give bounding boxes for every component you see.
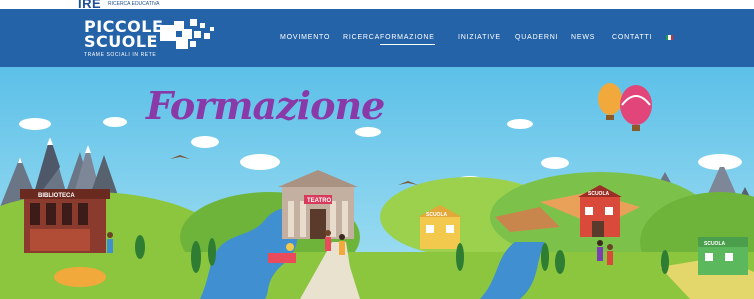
nav-item-contatti[interactable]: CONTATTI xyxy=(612,34,652,41)
top-strip: IRE RICERCA EDUCATIVA xyxy=(0,0,754,11)
teatro-sign: TEATRO xyxy=(307,198,332,204)
nav-item-ricerca[interactable]: RICERCA xyxy=(343,34,380,41)
nav-item-movimento[interactable]: MOVIMENTO xyxy=(280,34,330,41)
main-nav: MOVIMENTO RICERCA FORMAZIONE INIZIATIVE … xyxy=(0,9,754,67)
nav-item-formazione[interactable]: FORMAZIONE xyxy=(380,34,435,45)
scuola-sign-yellow: SCUOLA xyxy=(426,212,448,218)
nav-item-quaderni[interactable]: QUADERNI xyxy=(515,34,558,41)
scuola-sign-green: SCUOLA xyxy=(704,241,726,247)
indire-subtitle: RICERCA EDUCATIVA xyxy=(108,1,160,7)
nav-item-iniziative[interactable]: INIZIATIVE xyxy=(458,34,501,41)
nav-item-news[interactable]: NEWS xyxy=(571,34,595,41)
site-header: PICCOLE SCUOLE TRAME SOCIALI IN RETE MOV… xyxy=(0,9,754,67)
biblioteca-sign: BIBLIOTECA xyxy=(38,193,75,199)
hero-illustration: BIBLIOTECA TEATRO SCUOLA SCUOLA SCUOLA F… xyxy=(0,67,754,299)
scuola-sign-red: SCUOLA xyxy=(588,191,610,197)
italian-flag-icon[interactable] xyxy=(666,35,673,40)
hero-title: Formazione xyxy=(146,83,385,128)
